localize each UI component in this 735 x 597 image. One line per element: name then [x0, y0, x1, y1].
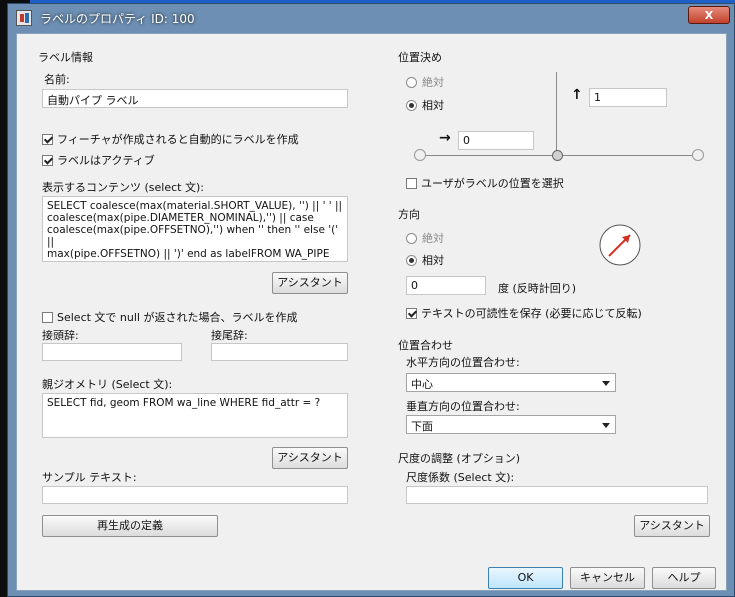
- name-input[interactable]: 自動パイプ ラベル: [42, 89, 348, 108]
- angle-unit-label: 度 (反時計回り): [498, 282, 577, 295]
- offset-y-input[interactable]: 1: [589, 88, 667, 107]
- active-label: ラベルはアクティブ: [57, 154, 155, 167]
- radio-selected-icon: [406, 254, 417, 266]
- chevron-down-icon: [602, 381, 610, 386]
- auto-create-checkbox[interactable]: フィーチャが作成されると自動的にラベルを作成: [42, 131, 299, 147]
- positioning-heading: 位置決め: [398, 51, 442, 64]
- user-select-position-checkbox[interactable]: ユーザがラベルの位置を選択: [406, 175, 564, 191]
- checkbox-checked-icon: [406, 307, 417, 319]
- checkbox-checked-icon: [42, 154, 53, 166]
- scale-factor-input[interactable]: [406, 486, 708, 504]
- name-label: 名前:: [44, 73, 70, 86]
- checkbox-unchecked-icon: [406, 177, 417, 189]
- content-select-textarea[interactable]: SELECT coalesce(max(material.SHORT_VALUE…: [42, 196, 348, 262]
- direction-absolute-radio[interactable]: 絶対: [406, 230, 444, 246]
- horizontal-alignment-select[interactable]: 中心: [406, 373, 616, 392]
- position-relative-label: 相対: [422, 99, 444, 112]
- prefix-label: 接頭辞:: [42, 329, 79, 342]
- checkbox-checked-icon: [42, 133, 53, 145]
- dialog-body: ラベル情報 名前: 自動パイプ ラベル フィーチャが作成されると自動的にラベルを…: [16, 33, 727, 591]
- radio-icon: [406, 232, 417, 244]
- direction-heading: 方向: [398, 208, 420, 221]
- position-absolute-radio[interactable]: 絶対: [406, 74, 444, 90]
- up-arrow-icon: ↑: [571, 87, 583, 103]
- alignment-heading: 位置合わせ: [398, 339, 453, 352]
- keep-readable-label: テキストの可読性を保存 (必要に応じて反転): [421, 307, 642, 320]
- label-info-heading: ラベル情報: [38, 51, 93, 64]
- sample-text-input[interactable]: [42, 486, 348, 504]
- left-handle[interactable]: [414, 149, 426, 161]
- right-handle[interactable]: [692, 149, 704, 161]
- window-title: ラベルのプロパティ ID: 100: [40, 12, 195, 26]
- help-button[interactable]: ヘルプ: [652, 567, 716, 589]
- position-relative-radio[interactable]: 相対: [406, 97, 444, 113]
- angle-input[interactable]: 0: [406, 276, 486, 295]
- null-create-label: Select 文で null が返された場合、ラベルを作成: [57, 311, 298, 324]
- scale-factor-label: 尺度係数 (Select 文):: [406, 471, 515, 484]
- vertical-alignment-label: 垂直方向の位置合わせ:: [406, 400, 520, 413]
- radio-selected-icon: [406, 99, 417, 111]
- sample-text-label: サンプル テキスト:: [42, 471, 137, 484]
- right-arrow-icon: →: [439, 130, 451, 146]
- scale-assistant-button[interactable]: アシスタント: [634, 515, 710, 537]
- checkbox-unchecked-icon: [42, 311, 53, 323]
- prefix-input[interactable]: [42, 343, 182, 361]
- direction-relative-label: 相対: [422, 254, 444, 267]
- content-label: 表示するコンテンツ (select 文):: [42, 181, 204, 194]
- suffix-input[interactable]: [211, 343, 348, 361]
- direction-relative-radio[interactable]: 相対: [406, 252, 444, 268]
- vertical-alignment-select[interactable]: 下面: [406, 415, 616, 434]
- user-select-position-label: ユーザがラベルの位置を選択: [421, 177, 564, 190]
- offset-x-input[interactable]: 0: [458, 131, 534, 150]
- auto-create-label: フィーチャが作成されると自動的にラベルを作成: [57, 133, 299, 146]
- suffix-label: 接尾辞:: [211, 329, 248, 342]
- label-properties-dialog: ラベルのプロパティ ID: 100 X ラベル情報 名前: 自動パイプ ラベル …: [7, 3, 735, 597]
- radio-icon: [406, 76, 417, 88]
- app-icon: [16, 10, 32, 26]
- title-bar[interactable]: ラベルのプロパティ ID: 100 X: [8, 4, 734, 33]
- scale-heading: 尺度の調整 (オプション): [398, 452, 521, 465]
- direction-dial-icon[interactable]: [597, 222, 643, 268]
- keep-readable-checkbox[interactable]: テキストの可読性を保存 (必要に応じて反転): [406, 305, 642, 321]
- vertical-alignment-value: 下面: [411, 420, 433, 433]
- active-checkbox[interactable]: ラベルはアクティブ: [42, 152, 155, 168]
- origin-handle[interactable]: [552, 150, 563, 161]
- ok-button[interactable]: OK: [488, 567, 563, 589]
- horizontal-alignment-value: 中心: [411, 378, 433, 391]
- parent-geometry-label: 親ジオメトリ (Select 文):: [42, 378, 173, 391]
- null-create-checkbox[interactable]: Select 文で null が返された場合、ラベルを作成: [42, 309, 297, 325]
- close-button[interactable]: X: [688, 6, 730, 24]
- chevron-down-icon: [602, 423, 610, 428]
- cancel-button[interactable]: キャンセル: [570, 567, 645, 589]
- horizontal-alignment-label: 水平方向の位置合わせ:: [406, 356, 520, 369]
- parent-assistant-button[interactable]: アシスタント: [272, 447, 348, 469]
- content-assistant-button[interactable]: アシスタント: [272, 272, 348, 294]
- direction-absolute-label: 絶対: [422, 232, 444, 245]
- y-axis-line: [556, 72, 557, 156]
- regenerate-definition-button[interactable]: 再生成の定義: [42, 515, 218, 537]
- parent-geometry-textarea[interactable]: SELECT fid, geom FROM wa_line WHERE fid_…: [42, 393, 348, 438]
- position-absolute-label: 絶対: [422, 76, 444, 89]
